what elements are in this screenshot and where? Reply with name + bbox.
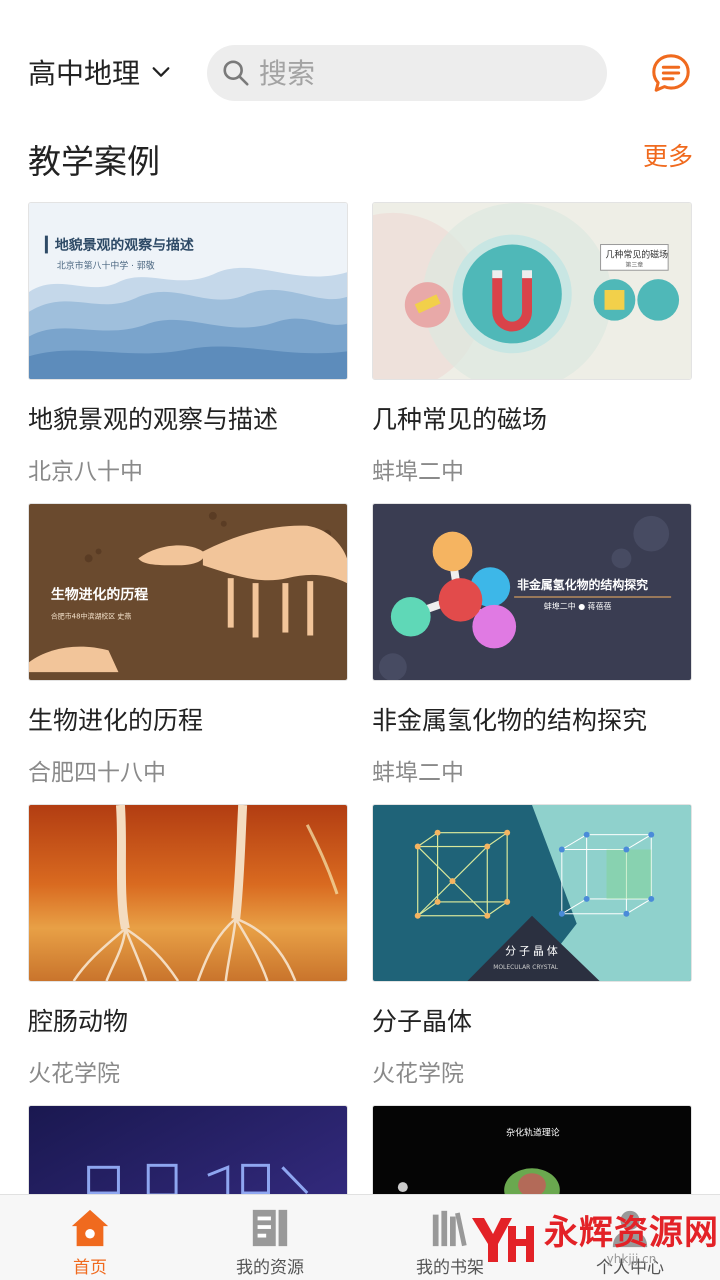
thumb-subtitle: 北京市第八十中学 · 郭敬 [57, 259, 155, 271]
search-icon [223, 60, 249, 86]
nav-label: 我的资源 [236, 1258, 304, 1278]
case-school: 火花学院 [372, 1061, 464, 1087]
case-school: 火花学院 [28, 1061, 120, 1087]
chevron-down-icon [152, 67, 170, 77]
case-title: 腔肠动物 [28, 1007, 129, 1036]
search-bar[interactable] [207, 45, 607, 101]
nav-resources[interactable]: 我的资源 [180, 1195, 360, 1280]
nav-label: 个人中心 [596, 1258, 664, 1278]
message-icon[interactable] [650, 52, 692, 94]
section-title: 教学案例 [28, 142, 160, 181]
case-card[interactable]: 地貌景观的观察与描述 北京市第八十中学 · 郭敬 地貌景观的观察与描述 北京八十… [28, 202, 348, 486]
more-link[interactable]: 更多 [643, 137, 693, 173]
case-thumbnail: 分子晶体 MOLECULAR CRYSTAL [372, 804, 692, 982]
thumb-subtitle: MOLECULAR CRYSTAL [493, 964, 559, 971]
thumb-subtitle: 蚌埠二中 ● 蒋蓓蓓 [544, 601, 612, 611]
case-title: 地貌景观的观察与描述 [28, 405, 279, 434]
subject-label: 高中地理 [28, 57, 141, 90]
case-thumbnail: 地貌景观的观察与描述 北京市第八十中学 · 郭敬 [28, 202, 348, 380]
nav-label: 我的书架 [416, 1258, 484, 1278]
user-icon [612, 1210, 648, 1248]
resources-icon [252, 1209, 288, 1247]
case-title: 生物进化的历程 [28, 706, 204, 735]
thumb-title: 地貌景观的观察与描述 [55, 237, 194, 254]
case-card[interactable]: 腔肠动物 火花学院 [28, 804, 348, 1088]
case-thumbnail: 非金属氢化物的结构探究 蚌埠二中 ● 蒋蓓蓓 [372, 503, 692, 681]
nav-profile[interactable]: 个人中心 [540, 1195, 720, 1280]
case-school: 蚌埠二中 [372, 459, 464, 485]
case-school: 合肥四十八中 [28, 760, 166, 786]
case-title: 非金属氢化物的结构探究 [372, 706, 648, 735]
top-bar: 高中地理 [0, 0, 720, 130]
home-icon [71, 1209, 109, 1247]
case-title: 分子晶体 [372, 1007, 473, 1036]
subject-selector[interactable]: 高中地理 [28, 52, 172, 92]
nav-bookshelf[interactable]: 我的书架 [360, 1195, 540, 1280]
nav-label: 首页 [73, 1258, 107, 1278]
case-thumbnail: 几种常见的磁场 第三章 [372, 202, 692, 380]
bookshelf-icon [432, 1210, 467, 1247]
case-card[interactable]: 几种常见的磁场 第三章 几种常见的磁场 蚌埠二中 [372, 202, 692, 486]
thumb-title: 非金属氢化物的结构探究 [517, 578, 648, 592]
case-card[interactable]: 分子晶体 MOLECULAR CRYSTAL 分子晶体 火花学院 [372, 804, 692, 1088]
thumb-subtitle: 合肥市48中滨湖校区 史燕 [51, 612, 132, 621]
case-school: 北京八十中 [28, 459, 143, 485]
thumb-title: 几种常见的磁场 [606, 248, 669, 260]
case-card[interactable]: 非金属氢化物的结构探究 蚌埠二中 ● 蒋蓓蓓 非金属氢化物的结构探究 蚌埠二中 [372, 503, 692, 787]
thumb-subtitle: 第三章 [625, 260, 643, 268]
bottom-nav: 首页 我的资源 我的书架 个人中心 [0, 1194, 720, 1280]
search-input[interactable] [259, 56, 579, 90]
thumb-title: 杂化轨道理论 [506, 1127, 560, 1139]
case-thumbnail: 生物进化的历程 合肥市48中滨湖校区 史燕 [28, 503, 348, 681]
case-title: 几种常见的磁场 [372, 405, 548, 434]
thumb-title: 分子晶体 [505, 943, 561, 957]
case-school: 蚌埠二中 [372, 760, 464, 786]
case-card[interactable]: 生物进化的历程 合肥市48中滨湖校区 史燕 生物进化的历程 合肥四十八中 [28, 503, 348, 787]
thumb-title: 生物进化的历程 [51, 586, 148, 603]
nav-home[interactable]: 首页 [0, 1195, 180, 1280]
case-thumbnail [28, 804, 348, 982]
